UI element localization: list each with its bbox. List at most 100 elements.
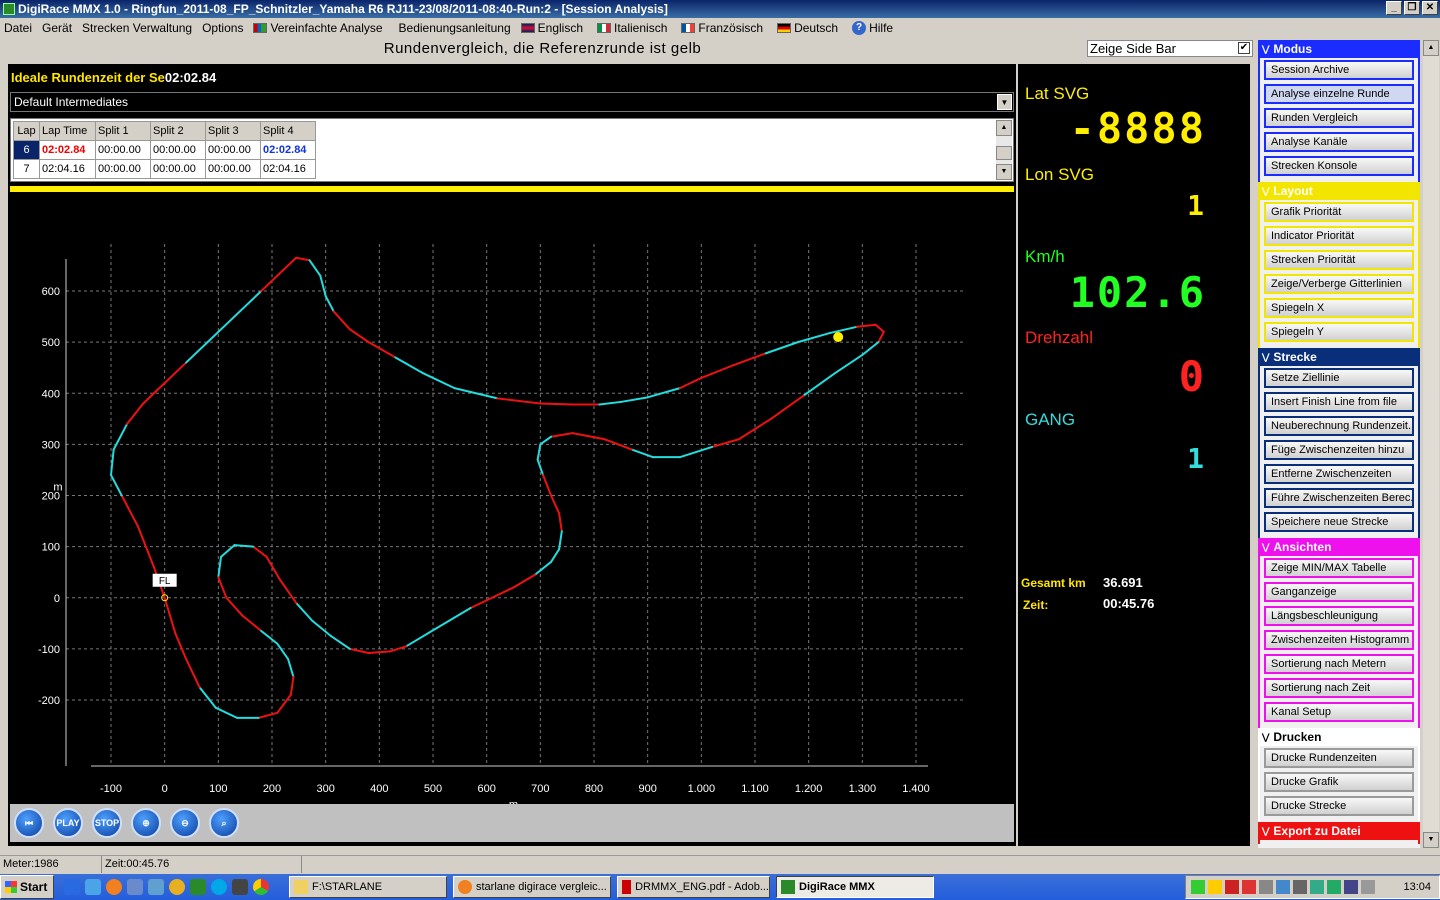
track-map-chart[interactable]: -100 0 100 200 300 400 500 600 700 800 900 1.000 1.1… (8, 194, 1016, 804)
sidebar-item-button[interactable]: Drucke Rundenzeiten (1264, 748, 1414, 768)
sidebar-item-button[interactable]: Zwischenzeiten Histogramm (1264, 630, 1414, 650)
sidebar-group-header[interactable]: ⋁ Modus (1258, 40, 1420, 58)
sidebar-item-button[interactable]: Neuberechnung Rundenzeit... (1264, 416, 1414, 436)
menu-strecken-verwaltung[interactable]: Strecken Verwaltung (82, 21, 192, 35)
zoom-in-button[interactable]: ⊕ (131, 808, 161, 838)
sidebar-scrollbar[interactable]: ▲ ▼ (1423, 40, 1439, 848)
sidebar-item-button[interactable]: Längsbeschleunigung (1264, 606, 1414, 626)
sidebar-item-button[interactable]: Analyse einzelne Runde (1264, 84, 1414, 104)
col-split-2[interactable]: Split 2 (150, 121, 206, 141)
display-icon[interactable] (1344, 880, 1358, 894)
sidebar-item-button[interactable]: Session Archive (1264, 60, 1414, 80)
zoom-fit-button[interactable]: ⌕ (209, 808, 239, 838)
sidebar-item-button[interactable]: Speichere neue Strecke (1264, 512, 1414, 532)
stop-button[interactable]: STOP (92, 808, 122, 838)
show-sidebar-toggle[interactable]: Zeige Side Bar ✔ (1087, 40, 1253, 57)
task-firefox[interactable]: starlane digirace vergleic... (453, 876, 611, 898)
menu-italienisch[interactable]: Italienisch (597, 21, 667, 35)
sidebar-item-button[interactable]: Ganganzeige (1264, 582, 1414, 602)
chevron-down-icon[interactable]: ▼ (997, 94, 1012, 110)
app-icon[interactable] (1327, 880, 1341, 894)
lap-table-scrollbar[interactable]: ▲ ▼ (996, 120, 1012, 180)
sidebar-group-header[interactable]: ⋁ Drucken (1258, 728, 1420, 746)
app-icon[interactable] (190, 879, 206, 895)
col-split-3[interactable]: Split 3 (205, 121, 261, 141)
sidebar-item-button[interactable]: Drucke Strecke (1264, 796, 1414, 816)
sidebar-item-button[interactable]: Führe Zwischenzeiten Berec... (1264, 488, 1414, 508)
menu-vereinfachte-analyse[interactable]: Vereinfachte Analyse (253, 21, 383, 35)
menu-englisch[interactable]: Englisch (520, 21, 583, 35)
sidebar-item-button[interactable]: Entferne Zwischenzeiten (1264, 464, 1414, 484)
start-button[interactable]: Start (0, 875, 54, 899)
sidebar-group-header[interactable]: ⋁ Layout (1258, 182, 1420, 200)
sidebar-item-button[interactable]: Zeige MIN/MAX Tabelle (1264, 558, 1414, 578)
menu-franzoesisch[interactable]: Französisch (681, 21, 763, 35)
scroll-down-icon[interactable]: ▼ (996, 164, 1012, 180)
col-split-1[interactable]: Split 1 (95, 121, 151, 141)
task-starlane-folder[interactable]: F:\STARLANE (289, 876, 447, 898)
checkbox-checked-icon[interactable]: ✔ (1238, 42, 1250, 54)
sidebar-item-button[interactable]: Kanal Setup (1264, 702, 1414, 722)
close-button[interactable]: ✕ (1422, 1, 1438, 15)
sidebar-item-button[interactable]: Sortierung nach Zeit (1264, 678, 1414, 698)
menu-geraet[interactable]: Gerät (42, 21, 72, 35)
app-icon[interactable] (1293, 880, 1307, 894)
minimize-button[interactable]: _ (1386, 1, 1402, 15)
sidebar-item-button[interactable]: Spiegeln Y (1264, 322, 1414, 342)
menu-options[interactable]: Options (202, 21, 243, 35)
star-icon[interactable] (1208, 880, 1222, 894)
menu-datei[interactable]: Datei (4, 21, 32, 35)
skype-icon[interactable] (211, 879, 227, 895)
sidebar-group-header[interactable]: ⋁ Export zu Datei (1258, 822, 1420, 840)
sidebar-item-button[interactable]: Indicator Priorität (1264, 226, 1414, 246)
antivirus-icon[interactable] (1225, 880, 1239, 894)
col-lap-time[interactable]: Lap Time (39, 121, 96, 141)
firefox-icon[interactable] (106, 879, 122, 895)
chrome-icon[interactable] (253, 879, 269, 895)
intermediates-select[interactable]: Default Intermediates ▼ (10, 92, 1014, 112)
sidebar-item-button[interactable]: Setze Ziellinie (1264, 368, 1414, 388)
rewind-button[interactable]: ⏮ (14, 808, 44, 838)
task-digirace[interactable]: DigiRace MMX (776, 876, 934, 898)
app-icon[interactable] (169, 879, 185, 895)
desktop-icon[interactable] (64, 879, 80, 895)
app-icon[interactable] (232, 879, 248, 895)
app-icon[interactable] (1276, 880, 1290, 894)
sidebar-item-button[interactable]: Runden Vergleich (1264, 108, 1414, 128)
app-icon[interactable] (1310, 880, 1324, 894)
sidebar-item-button[interactable]: Füge Zwischenzeiten hinzu (1264, 440, 1414, 460)
zoom-out-button[interactable]: ⊖ (170, 808, 200, 838)
sidebar-item-button[interactable]: Spiegeln X (1264, 298, 1414, 318)
app-icon[interactable] (127, 879, 143, 895)
sidebar-item-button[interactable]: Grafik Priorität (1264, 202, 1414, 222)
scroll-thumb[interactable] (996, 146, 1012, 160)
scroll-up-icon[interactable]: ▲ (1423, 40, 1439, 56)
volume-icon[interactable] (1361, 880, 1375, 894)
explorer-icon[interactable] (85, 879, 101, 895)
table-row[interactable]: 7 02:04.16 00:00.00 00:00.00 00:00.00 02… (13, 159, 316, 179)
sidebar-group-header[interactable]: ⋁ Strecke (1258, 348, 1420, 366)
task-adobe-reader[interactable]: DRMMX_ENG.pdf - Adob... (617, 876, 770, 898)
sidebar-item-button[interactable]: Sortierung nach Metern (1264, 654, 1414, 674)
restore-button[interactable]: ❐ (1404, 1, 1420, 15)
sidebar-item-button[interactable]: Strecken Priorität (1264, 250, 1414, 270)
sidebar-group-header[interactable]: ⋁ Ansichten (1258, 538, 1420, 556)
sidebar-item-button[interactable]: Drucke Grafik (1264, 772, 1414, 792)
sidebar-item-button[interactable]: Strecken Konsole (1264, 156, 1414, 176)
sidebar-item-button[interactable]: Analyse Kanäle (1264, 132, 1414, 152)
play-button[interactable]: PLAY (53, 808, 83, 838)
app-icon[interactable] (1242, 880, 1256, 894)
network-icon[interactable] (1191, 880, 1205, 894)
menu-bedienungsanleitung[interactable]: Bedienungsanleitung (399, 21, 511, 35)
scroll-down-icon[interactable]: ▼ (1423, 832, 1439, 848)
sidebar-item-button[interactable]: Zeige/Verberge Gitterlinien (1264, 274, 1414, 294)
menu-hilfe[interactable]: ? Hilfe (852, 21, 893, 35)
col-lap[interactable]: Lap (13, 121, 40, 141)
app-icon[interactable] (148, 879, 164, 895)
menu-deutsch[interactable]: Deutsch (777, 21, 838, 35)
col-split-4[interactable]: Split 4 (260, 121, 316, 141)
app-icon[interactable] (1259, 880, 1273, 894)
table-row[interactable]: 6 02:02.84 00:00.00 00:00.00 00:00.00 02… (13, 140, 316, 160)
sidebar-item-button[interactable]: Insert Finish Line from file (1264, 392, 1414, 412)
scroll-up-icon[interactable]: ▲ (996, 120, 1012, 136)
